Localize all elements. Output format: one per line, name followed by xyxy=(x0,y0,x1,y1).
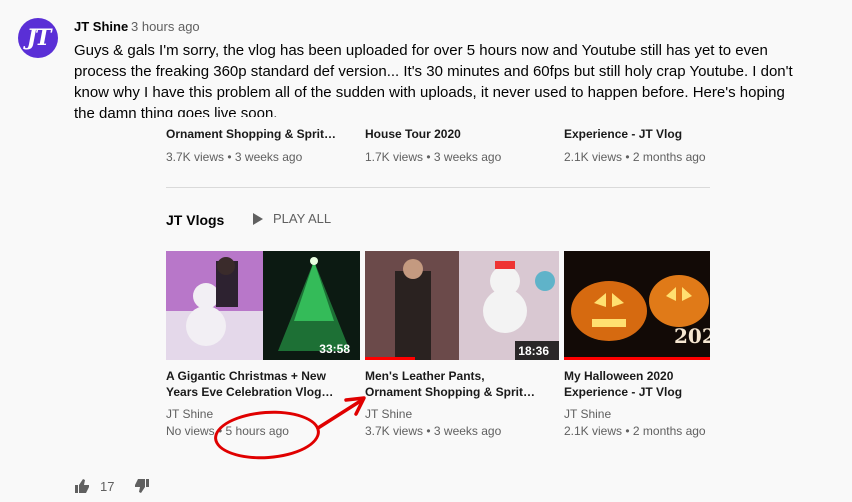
video-thumbnail: 33:58 xyxy=(166,251,360,360)
like-count: 17 xyxy=(100,478,115,494)
avatar[interactable]: JT xyxy=(18,18,58,58)
play-icon xyxy=(253,212,263,225)
video-channel: JT Shine xyxy=(564,407,612,421)
video-title-line: A Gigantic Christmas + New xyxy=(166,369,326,383)
annotation-arrow xyxy=(316,396,366,430)
top-video-meta: 3.7K views • 3 weeks ago xyxy=(166,150,303,164)
playlist-title: JT Vlogs xyxy=(166,212,225,228)
comment-author[interactable]: JT Shine xyxy=(74,19,128,34)
avatar-initials: JT xyxy=(26,25,52,51)
video-meta: 3.7K views • 3 weeks ago xyxy=(365,424,502,438)
video-thumbnail: 202 xyxy=(564,251,710,360)
thumbnail-snowman-tree: 33:58 xyxy=(166,251,360,360)
video-meta: 2.1K views • 2 months ago xyxy=(564,424,706,438)
thumbnail-leather-snowman: 18:36 xyxy=(365,251,559,360)
thumbs-up-icon[interactable] xyxy=(74,478,90,494)
video-title-line: Experience - JT Vlog xyxy=(564,385,683,399)
thumbs-down-icon[interactable] xyxy=(134,478,150,494)
top-video-title: House Tour 2020 xyxy=(365,127,461,141)
video-thumbnail: 18:36 xyxy=(365,251,559,360)
play-all-button: PLAY ALL xyxy=(253,211,331,226)
video-channel: JT Shine xyxy=(166,407,214,421)
video-duration: 33:58 xyxy=(319,342,350,356)
play-all-label: PLAY ALL xyxy=(273,211,332,226)
embedded-screenshot: Ornament Shopping & Sprit… 3.7K views • … xyxy=(156,117,720,457)
thumbnail-halloween: 202 xyxy=(564,251,710,360)
video-title-line: Ornament Shopping & Sprit… xyxy=(365,385,535,399)
video-duration: 18:36 xyxy=(518,344,549,358)
comment-text: Guys & gals I'm sorry, the vlog has been… xyxy=(74,42,793,122)
comment-time[interactable]: 3 hours ago xyxy=(131,19,200,34)
svg-text:202: 202 xyxy=(674,324,710,348)
divider xyxy=(166,187,710,188)
comment-actions: 17 xyxy=(74,478,150,494)
video-title: My Halloween 2020 Experience - JT Vlog xyxy=(564,368,682,400)
video-title-line: Men's Leather Pants, xyxy=(365,369,485,383)
video-title: A Gigantic Christmas + New Years Eve Cel… xyxy=(166,368,333,400)
video-title-line: Years Eve Celebration Vlog… xyxy=(166,385,334,399)
video-title: Men's Leather Pants, Ornament Shopping &… xyxy=(365,368,535,400)
top-video-meta: 2.1K views • 2 months ago xyxy=(564,150,706,164)
watch-progress xyxy=(365,357,415,360)
top-video-title: Ornament Shopping & Sprit… xyxy=(166,127,336,141)
watch-progress xyxy=(564,357,710,360)
video-title-line: My Halloween 2020 xyxy=(564,369,674,383)
top-video-meta: 1.7K views • 3 weeks ago xyxy=(365,150,502,164)
top-video-title: Experience - JT Vlog xyxy=(564,127,683,141)
